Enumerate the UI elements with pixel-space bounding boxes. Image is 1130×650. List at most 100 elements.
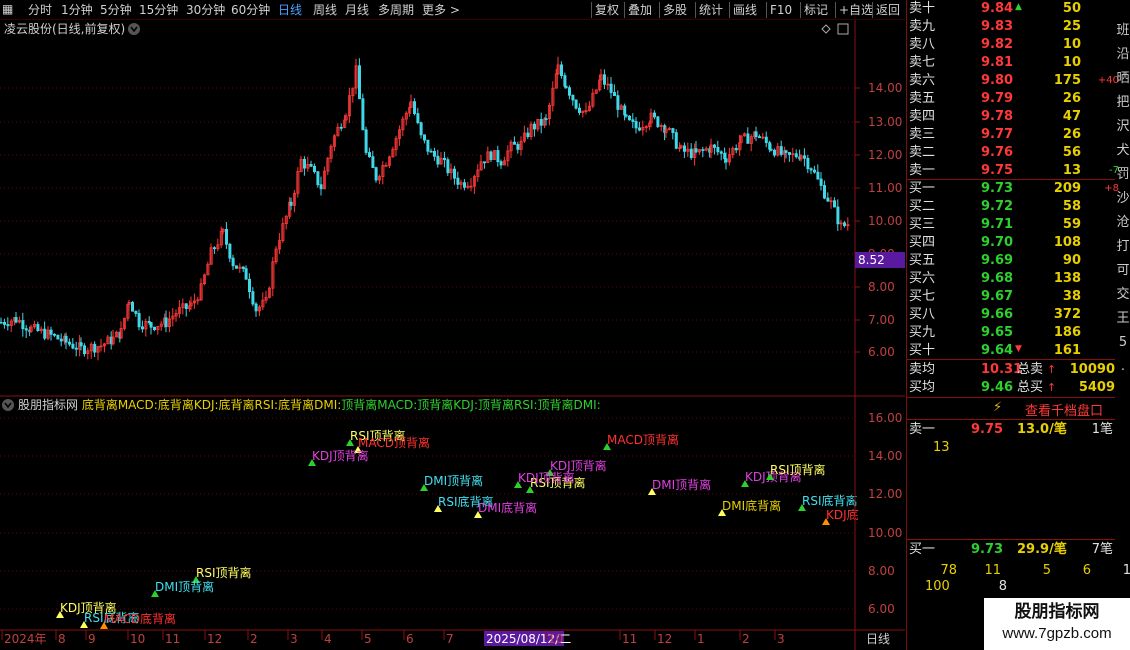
side-strip-char: 沙 <box>1116 191 1130 206</box>
candle-body <box>432 151 436 157</box>
signal-label: DMI顶背离 <box>155 579 214 594</box>
signal-label: DMI底背离 <box>722 498 781 513</box>
level-label: 买五 <box>909 253 936 268</box>
candle-body <box>412 101 416 114</box>
toolbar-separator <box>624 2 625 18</box>
candle-body <box>794 153 798 158</box>
toolbar-action-4[interactable]: 画线 <box>733 2 757 18</box>
period-tab-2[interactable]: 5分钟 <box>100 2 132 18</box>
candle-body <box>724 158 728 163</box>
bid-level-6[interactable]: 买七 9.67 38 <box>907 288 1130 306</box>
candle-body <box>539 119 543 126</box>
level-label: 买十 <box>909 343 936 358</box>
period-tab-8[interactable]: 月线 <box>345 2 369 18</box>
toolbar-separator <box>695 2 696 18</box>
bid-level-0[interactable]: 买一 9.73 209 +8 <box>907 180 1130 198</box>
level-label: 卖九 <box>909 19 936 34</box>
bid-level-2[interactable]: 买三 9.71 59 <box>907 216 1130 234</box>
level-volume: 138 <box>1053 271 1081 286</box>
grid-icon[interactable]: ▦ <box>2 1 13 17</box>
candle-body <box>564 85 568 89</box>
candle-body <box>823 185 827 199</box>
period-tab-6[interactable]: 日线 <box>278 2 302 18</box>
candle-body <box>371 156 375 169</box>
period-tab-0[interactable]: 分时 <box>28 2 52 18</box>
price-tick: 6.00 <box>868 345 895 359</box>
candle-body <box>526 132 530 138</box>
indicator-header: 股朋指标网 底背离MACD:底背离KDJ:底背离RSI:底背离DMI:顶背离MA… <box>18 397 601 412</box>
ask-level-1[interactable]: 卖九 9.83 25 <box>907 18 1130 36</box>
level-volume: 161 <box>1053 343 1081 358</box>
period-tab-3[interactable]: 15分钟 <box>139 2 178 18</box>
toolbar-action-3[interactable]: 统计 <box>699 2 723 18</box>
candle-body <box>49 329 53 335</box>
side-strip-char: 可 <box>1116 263 1130 278</box>
level-volume: 108 <box>1053 235 1081 250</box>
candle-body <box>826 197 830 202</box>
candle-body <box>426 139 430 152</box>
candle-body <box>701 149 705 151</box>
date-tick: 11 <box>165 632 180 646</box>
date-tick: 3 <box>777 632 785 646</box>
candle-body <box>499 161 503 166</box>
period-tab-1[interactable]: 1分钟 <box>61 2 93 18</box>
bid-level-3[interactable]: 买四 9.70 108 <box>907 234 1130 252</box>
candle-body <box>0 321 3 324</box>
ask-level-5[interactable]: 卖五 9.79 26 <box>907 90 1130 108</box>
toolbar-action-7[interactable]: +自选 <box>839 2 873 18</box>
level-label: 卖三 <box>909 127 936 142</box>
ask-level-3[interactable]: 卖七 9.81 10 <box>907 54 1130 72</box>
level-change: +8 <box>1104 183 1119 194</box>
bid-level-1[interactable]: 买二 9.72 58 <box>907 198 1130 216</box>
level-price: 9.69 <box>981 253 1014 268</box>
depth-button[interactable]: ⚡ 查看千档盘口 <box>907 399 1115 419</box>
toolbar-action-2[interactable]: 多股 <box>663 2 687 18</box>
candle-body <box>746 133 750 144</box>
side-strip-char: . <box>1120 359 1126 374</box>
candle-body <box>769 148 773 151</box>
date-tick: 11 <box>622 632 637 646</box>
indicator-menu-icon[interactable] <box>2 399 14 411</box>
bid-level-8[interactable]: 买九 9.65 186 <box>907 324 1130 342</box>
period-tab-9[interactable]: 多周期 <box>378 2 414 18</box>
candle-body <box>631 119 635 122</box>
bid-level-7[interactable]: 买八 9.66 372 <box>907 306 1130 324</box>
price-tick: 7.00 <box>868 313 895 327</box>
bid-level-4[interactable]: 买五 9.69 90 <box>907 252 1130 270</box>
period-tab-10[interactable]: 更多 > <box>422 2 460 18</box>
ask-level-8[interactable]: 卖二 9.76 56 <box>907 144 1130 162</box>
period-tab-5[interactable]: 60分钟 <box>231 2 270 18</box>
bid-level-5[interactable]: 买六 9.68 138 <box>907 270 1130 288</box>
toolbar-action-8[interactable]: 返回 <box>876 2 900 18</box>
ask-level-4[interactable]: 卖六 9.80 175 +40 <box>907 72 1130 90</box>
candle-body <box>93 343 97 353</box>
toolbar-action-5[interactable]: F10 <box>770 2 792 18</box>
level-label: 卖八 <box>909 37 936 52</box>
signal-label: MACD顶背离 <box>607 432 679 447</box>
level-volume: 26 <box>1062 91 1081 106</box>
ask-level-6[interactable]: 卖四 9.78 47 <box>907 108 1130 126</box>
chart-area[interactable]: 14.0013.0012.0011.0010.009.008.007.006.0… <box>0 0 905 650</box>
title-menu-icon[interactable] <box>128 23 140 35</box>
watermark: 股朋指标网 www.7gpzb.com <box>984 598 1130 650</box>
ask-level-9[interactable]: 卖一 9.75 13 -7 <box>907 162 1130 180</box>
ask-level-7[interactable]: 卖三 9.77 26 <box>907 126 1130 144</box>
candle-body <box>768 142 772 150</box>
toolbar-action-1[interactable]: 叠加 <box>628 2 652 18</box>
candle-body <box>638 127 642 131</box>
candle-body <box>309 163 313 167</box>
ask-level-2[interactable]: 卖八 9.82 10 <box>907 36 1130 54</box>
candle-body <box>419 122 423 136</box>
candle-body <box>234 265 238 269</box>
candle-body <box>68 341 72 345</box>
toolbar-action-6[interactable]: 标记 <box>804 2 828 18</box>
candle-body <box>616 95 620 110</box>
level-volume: 56 <box>1062 145 1081 160</box>
period-tab-7[interactable]: 周线 <box>313 2 337 18</box>
candle-body <box>24 328 28 331</box>
period-tab-4[interactable]: 30分钟 <box>186 2 225 18</box>
up-arrow-icon: ↑ <box>1047 363 1057 376</box>
indicator-tick: 6.00 <box>868 602 895 616</box>
toolbar-action-0[interactable]: 复权 <box>595 2 619 18</box>
level-price: 9.67 <box>981 289 1014 304</box>
